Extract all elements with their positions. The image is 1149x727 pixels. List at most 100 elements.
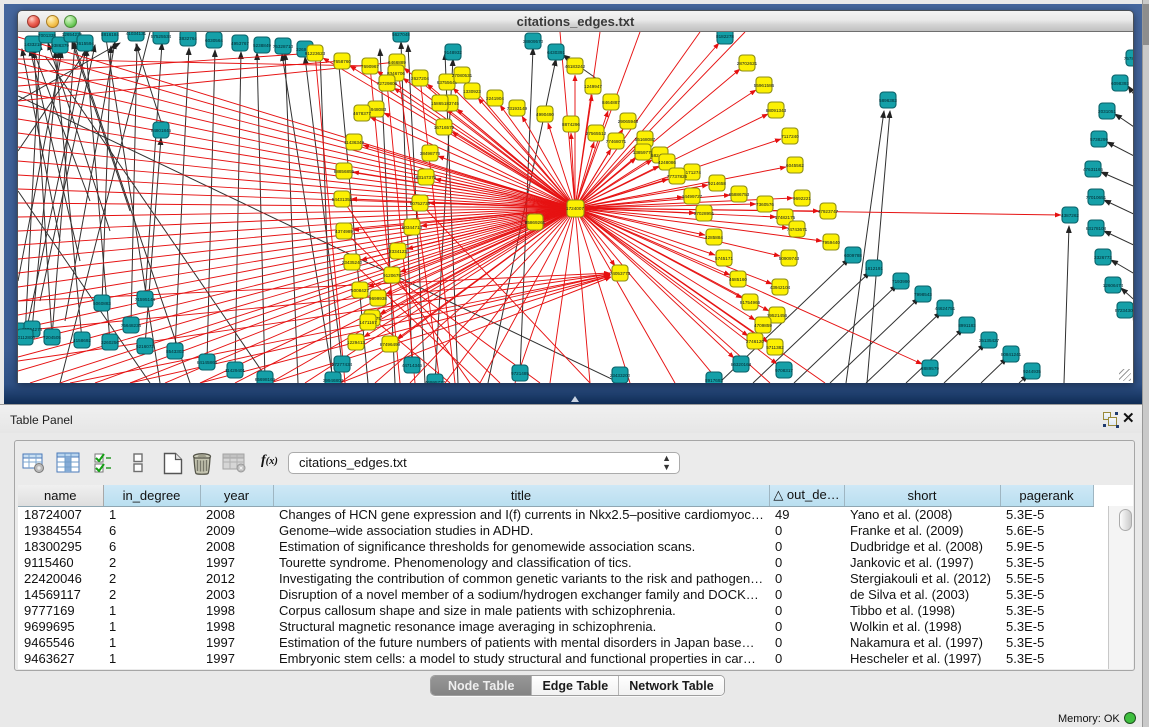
svg-text:2031051: 2031051: [1098, 109, 1116, 114]
svg-text:3260256: 3260256: [101, 340, 119, 345]
svg-text:5238849: 5238849: [253, 43, 271, 48]
svg-text:7360576: 7360576: [756, 202, 774, 207]
svg-text:9721489: 9721489: [511, 371, 529, 376]
svg-text:29065940: 29065940: [618, 119, 639, 124]
svg-text:55961586: 55961586: [754, 83, 775, 88]
svg-text:11436349: 11436349: [344, 140, 365, 145]
svg-text:1433218: 1433218: [24, 42, 42, 47]
svg-text:27080531: 27080531: [452, 73, 473, 78]
svg-text:27565512: 27565512: [586, 131, 607, 136]
svg-text:1330923: 1330923: [463, 89, 481, 94]
svg-text:5896383: 5896383: [879, 98, 897, 103]
svg-text:4678377: 4678377: [353, 111, 371, 116]
svg-text:50909743: 50909743: [779, 256, 800, 261]
svg-text:50344713: 50344713: [402, 225, 423, 230]
svg-text:43942104: 43942104: [770, 285, 791, 290]
svg-text:1229413: 1229413: [347, 340, 365, 345]
svg-text:38498776: 38498776: [420, 151, 441, 156]
svg-text:85869261: 85869261: [525, 220, 546, 225]
svg-text:77468071: 77468071: [606, 139, 627, 144]
svg-text:9148932: 9148932: [444, 50, 462, 55]
svg-text:97234309: 97234309: [1115, 308, 1133, 313]
svg-text:5008427: 5008427: [351, 288, 369, 293]
svg-text:75787133: 75787133: [1124, 56, 1133, 61]
svg-text:41034131: 41034131: [126, 32, 147, 36]
svg-text:77737826: 77737826: [667, 174, 688, 179]
svg-text:44624751: 44624751: [935, 306, 956, 311]
svg-text:46995777: 46995777: [425, 380, 446, 383]
svg-text:39946804: 39946804: [323, 378, 344, 383]
svg-text:5216073: 5216073: [136, 344, 154, 349]
svg-text:2746120: 2746120: [746, 339, 764, 344]
svg-text:3832764: 3832764: [179, 36, 197, 41]
svg-text:16716572: 16716572: [434, 125, 455, 130]
svg-text:7658760: 7658760: [333, 59, 351, 64]
svg-text:8182278: 8182278: [716, 34, 734, 39]
svg-text:23433200: 23433200: [610, 373, 631, 378]
svg-text:60752735: 60752735: [410, 201, 431, 206]
svg-text:5627048: 5627048: [392, 32, 410, 37]
svg-text:87496499: 87496499: [380, 342, 401, 347]
svg-text:90841241: 90841241: [1001, 352, 1022, 357]
svg-text:64145868: 64145868: [197, 360, 218, 365]
svg-text:47923747: 47923747: [818, 209, 839, 214]
svg-text:88091343: 88091343: [766, 108, 787, 113]
svg-text:46183242: 46183242: [565, 64, 586, 69]
svg-text:2627204: 2627204: [411, 76, 429, 81]
svg-text:4953767: 4953767: [231, 41, 249, 46]
svg-text:75328710: 75328710: [273, 44, 294, 49]
svg-text:6045562: 6045562: [786, 163, 804, 168]
svg-text:23435240: 23435240: [342, 260, 363, 265]
svg-text:83178108: 83178108: [1086, 226, 1107, 231]
svg-text:6098393: 6098393: [1111, 81, 1129, 86]
svg-text:9386379: 9386379: [51, 43, 69, 48]
svg-text:74743671: 74743671: [787, 227, 808, 232]
svg-text:94801845: 94801845: [151, 128, 172, 133]
svg-text:8543303: 8543303: [166, 349, 184, 354]
svg-text:2326773: 2326773: [1094, 255, 1112, 260]
svg-text:74053773: 74053773: [610, 271, 631, 276]
svg-text:1724007: 1724007: [566, 206, 584, 211]
svg-text:5711382: 5711382: [766, 345, 784, 350]
svg-text:9692221: 9692221: [793, 196, 811, 201]
svg-text:4387262: 4387262: [1061, 213, 1079, 218]
svg-text:6430391: 6430391: [547, 50, 565, 55]
svg-text:73193149: 73193149: [507, 106, 528, 111]
svg-text:4285884: 4285884: [705, 235, 723, 240]
svg-text:12606474: 12606474: [1103, 283, 1124, 288]
svg-text:37028951: 37028951: [694, 211, 715, 216]
svg-text:54431351: 54431351: [332, 197, 353, 202]
svg-text:8816184: 8816184: [101, 32, 119, 37]
svg-text:2241904: 2241904: [486, 96, 504, 101]
svg-text:44714345: 44714345: [402, 363, 423, 368]
svg-text:9699938: 9699938: [369, 296, 387, 301]
svg-text:77010651: 77010651: [1086, 195, 1107, 200]
svg-text:47631165: 47631165: [1083, 167, 1104, 172]
svg-text:35135427: 35135427: [979, 338, 1000, 343]
svg-text:57525534: 57525534: [151, 34, 172, 39]
svg-text:75648236: 75648236: [121, 323, 142, 328]
svg-text:90112805: 90112805: [18, 335, 35, 340]
svg-text:2334123: 2334123: [389, 249, 407, 254]
svg-text:28702621: 28702621: [737, 61, 758, 66]
svg-text:65886753: 65886753: [729, 192, 750, 197]
svg-text:7193990: 7193990: [892, 279, 910, 284]
svg-text:11429401: 11429401: [225, 368, 246, 373]
svg-text:91223623: 91223623: [305, 51, 326, 56]
svg-text:72729806: 72729806: [377, 81, 398, 86]
svg-text:4990490: 4990490: [536, 112, 554, 117]
svg-text:6009788: 6009788: [844, 253, 862, 258]
svg-text:4709859: 4709859: [754, 323, 772, 328]
svg-text:2615594: 2615594: [76, 41, 94, 46]
svg-text:17482175: 17482175: [775, 215, 796, 220]
svg-text:55168087: 55168087: [635, 137, 656, 142]
svg-text:1586518: 1586518: [431, 101, 449, 106]
svg-text:8464887: 8464887: [602, 100, 620, 105]
svg-text:8991183: 8991183: [958, 323, 976, 328]
svg-text:91754965: 91754965: [740, 300, 761, 305]
svg-text:4685160: 4685160: [729, 277, 747, 282]
svg-text:97277434: 97277434: [332, 362, 353, 367]
svg-text:5060883: 5060883: [93, 301, 111, 306]
svg-text:86320163: 86320163: [731, 362, 752, 367]
svg-text:6466889: 6466889: [388, 60, 406, 65]
